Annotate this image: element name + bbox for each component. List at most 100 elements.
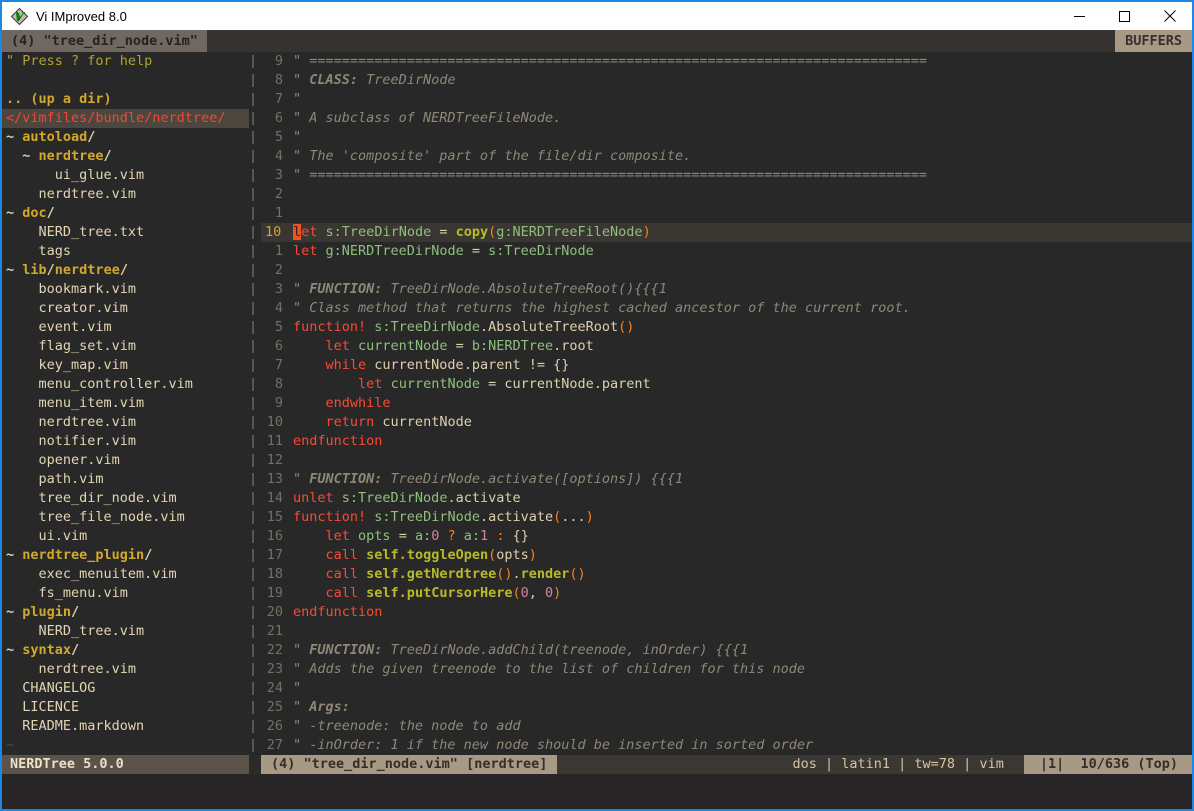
code-row[interactable]: 18 call self.getNerdtree().render() [261, 565, 1192, 584]
code-row[interactable]: 7 while currentNode.parent != {} [261, 356, 1192, 375]
code-row[interactable]: 6 let currentNode = b:NERDTree.root [261, 337, 1192, 356]
tree-row[interactable]: menu_controller.vim [2, 375, 249, 394]
tree-row[interactable]: ~ plugin/ [2, 603, 249, 622]
tree-row[interactable]: ~ nerdtree/ [2, 147, 249, 166]
code-row[interactable]: 3" FUNCTION: TreeDirNode.AbsoluteTreeRoo… [261, 280, 1192, 299]
tree-row[interactable]: NERD_tree.vim [2, 622, 249, 641]
tree-row[interactable]: flag_set.vim [2, 337, 249, 356]
code-row[interactable]: 11endfunction [261, 432, 1192, 451]
code-row[interactable]: 9 endwhile [261, 394, 1192, 413]
code-row[interactable]: 8 let currentNode = currentNode.parent [261, 375, 1192, 394]
code-row-current[interactable]: 10let s:TreeDirNode = copy(g:NERDTreeFil… [261, 223, 1192, 242]
syntax-segment: " -inOrder: 1 if the new node should be … [293, 737, 813, 753]
tree-row[interactable]: creator.vim [2, 299, 249, 318]
tree-row[interactable]: nerdtree.vim [2, 660, 249, 679]
tree-row[interactable]: .. (up a dir) [2, 90, 249, 109]
tree-row[interactable]: LICENCE [2, 698, 249, 717]
minimize-button[interactable] [1057, 2, 1102, 30]
code-row[interactable]: 16 let opts = a:0 ? a:1 : {} [261, 527, 1192, 546]
code-row[interactable]: 21 [261, 622, 1192, 641]
tree-row[interactable]: nerdtree.vim [2, 185, 249, 204]
tree-label: README.markdown [6, 717, 144, 736]
code-row[interactable]: 17 call self.toggleOpen(opts) [261, 546, 1192, 565]
tree-row[interactable]: ui_glue.vim [2, 166, 249, 185]
maximize-button[interactable] [1102, 2, 1147, 30]
code-text: return currentNode [293, 413, 1192, 432]
code-row[interactable]: 27" -inOrder: 1 if the new node should b… [261, 736, 1192, 755]
tree-row[interactable]: menu_item.vim [2, 394, 249, 413]
tree-row[interactable]: ~ doc/ [2, 204, 249, 223]
syntax-segment [358, 585, 366, 601]
syntax-segment: s:TreeDirNode [374, 319, 480, 335]
command-line[interactable] [2, 774, 1192, 809]
tree-label: plugin [22, 603, 71, 622]
code-row[interactable]: 7" [261, 90, 1192, 109]
code-row[interactable]: 1 [261, 204, 1192, 223]
code-row[interactable]: 5" [261, 128, 1192, 147]
syntax-segment: () [618, 319, 634, 335]
tree-label: / [87, 128, 95, 147]
code-text: let opts = a:0 ? a:1 : {} [293, 527, 1192, 546]
syntax-segment: " Adds the given treenode to the list of… [293, 661, 805, 677]
syntax-segment [350, 528, 358, 544]
code-row[interactable]: 10 return currentNode [261, 413, 1192, 432]
window-separator[interactable] [249, 52, 261, 755]
code-text: " ======================================… [293, 52, 1192, 71]
tree-root-item[interactable]: </vimfiles/bundle/nerdtree/ [2, 109, 249, 128]
code-row[interactable]: 15function! s:TreeDirNode.activate(...) [261, 508, 1192, 527]
tree-row[interactable]: ~ [2, 736, 249, 755]
code-row[interactable]: 22" FUNCTION: TreeDirNode.addChild(treen… [261, 641, 1192, 660]
tree-row[interactable] [2, 71, 249, 90]
tree-row[interactable]: " Press ? for help [2, 52, 249, 71]
code-row[interactable]: 2 [261, 261, 1192, 280]
tree-row[interactable]: tags [2, 242, 249, 261]
code-row[interactable]: 1let g:NERDTreeDirNode = s:TreeDirNode [261, 242, 1192, 261]
code-row[interactable]: 4" The 'composite' part of the file/dir … [261, 147, 1192, 166]
tree-row[interactable]: fs_menu.vim [2, 584, 249, 603]
syntax-segment: () [569, 566, 585, 582]
code-row[interactable]: 4" Class method that returns the highest… [261, 299, 1192, 318]
code-row[interactable]: 19 call self.putCursorHere(0, 0) [261, 584, 1192, 603]
syntax-segment [456, 528, 464, 544]
code-row[interactable]: 26" -treenode: the node to add [261, 717, 1192, 736]
code-text [293, 261, 1192, 280]
close-button[interactable] [1147, 2, 1192, 30]
tree-row[interactable]: opener.vim [2, 451, 249, 470]
syntax-segment: " [293, 72, 309, 88]
tree-row[interactable]: ~ autoload/ [2, 128, 249, 147]
code-row[interactable]: 25" Args: [261, 698, 1192, 717]
code-row[interactable]: 23" Adds the given treenode to the list … [261, 660, 1192, 679]
code-row[interactable]: 6" A subclass of NERDTreeFileNode. [261, 109, 1192, 128]
code-row[interactable]: 3" =====================================… [261, 166, 1192, 185]
tree-row[interactable]: README.markdown [2, 717, 249, 736]
tree-row[interactable]: ~ lib/nerdtree/ [2, 261, 249, 280]
code-row[interactable]: 12 [261, 451, 1192, 470]
syntax-segment: CLASS: [309, 72, 358, 88]
tree-row[interactable]: path.vim [2, 470, 249, 489]
syntax-segment: currentNode.parent != {} [366, 357, 569, 373]
tab-tree-dir-node[interactable]: (4) "tree_dir_node.vim" [2, 30, 207, 52]
tree-label: .. (up a dir) [6, 90, 112, 109]
code-row[interactable]: 2 [261, 185, 1192, 204]
tree-row[interactable]: nerdtree.vim [2, 413, 249, 432]
tree-row[interactable]: notifier.vim [2, 432, 249, 451]
code-row[interactable]: 24" [261, 679, 1192, 698]
tree-row[interactable]: NERD_tree.txt [2, 223, 249, 242]
code-row[interactable]: 9" =====================================… [261, 52, 1192, 71]
tree-row[interactable]: tree_file_node.vim [2, 508, 249, 527]
code-row[interactable]: 13" FUNCTION: TreeDirNode.activate([opti… [261, 470, 1192, 489]
syntax-segment: {} [504, 528, 528, 544]
tree-row[interactable]: ui.vim [2, 527, 249, 546]
tree-row[interactable]: ~ syntax/ [2, 641, 249, 660]
tree-row[interactable]: tree_dir_node.vim [2, 489, 249, 508]
tree-row[interactable]: key_map.vim [2, 356, 249, 375]
code-row[interactable]: 14unlet s:TreeDirNode.activate [261, 489, 1192, 508]
code-row[interactable]: 8" CLASS: TreeDirNode [261, 71, 1192, 90]
tree-row[interactable]: exec_menuitem.vim [2, 565, 249, 584]
tree-row[interactable]: ~ nerdtree_plugin/ [2, 546, 249, 565]
code-row[interactable]: 5function! s:TreeDirNode.AbsoluteTreeRoo… [261, 318, 1192, 337]
tree-row[interactable]: bookmark.vim [2, 280, 249, 299]
tree-row[interactable]: CHANGELOG [2, 679, 249, 698]
tree-row[interactable]: event.vim [2, 318, 249, 337]
code-row[interactable]: 20endfunction [261, 603, 1192, 622]
